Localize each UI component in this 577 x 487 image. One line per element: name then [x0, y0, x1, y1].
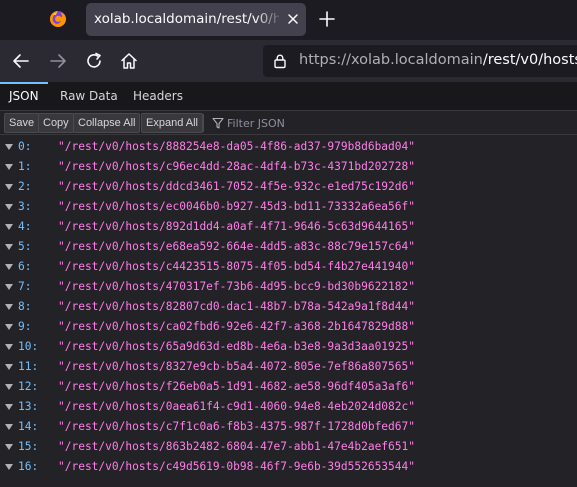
- tab-title-fade: [254, 3, 284, 36]
- json-row[interactable]: 3: "/rest/v0/hosts/ec0046b0-b927-45d3-bd1…: [0, 198, 577, 218]
- json-value: "/rest/v0/hosts/f26eb0a5-1d91-4682-ae58-…: [58, 380, 415, 393]
- json-row[interactable]: 7: "/rest/v0/hosts/470317ef-73b6-4d95-bcc…: [0, 278, 577, 298]
- json-value: "/rest/v0/hosts/e68ea592-664e-4dd5-a83c-…: [58, 240, 415, 253]
- json-value: "/rest/v0/hosts/ca02fbd6-92e6-42f7-a368-…: [58, 320, 415, 333]
- json-key: 13:: [18, 400, 39, 413]
- filter-icon: [212, 117, 224, 129]
- firefox-logo-icon: [50, 11, 66, 27]
- json-value: "/rest/v0/hosts/892d1dd4-a0af-4f71-9646-…: [58, 220, 415, 233]
- json-key: 0:: [18, 140, 32, 153]
- close-icon[interactable]: [285, 11, 301, 27]
- json-key: 1:: [18, 160, 32, 173]
- tab-json[interactable]: JSON: [9, 89, 39, 103]
- json-row[interactable]: 16: "/rest/v0/hosts/c49d5619-0b98-46f7-9e…: [0, 458, 577, 478]
- tab-headers[interactable]: Headers: [133, 89, 183, 103]
- json-row[interactable]: 10: "/rest/v0/hosts/65a9d63d-ed8b-4e6a-b3…: [0, 338, 577, 358]
- json-key: 9:: [18, 320, 32, 333]
- navigation-bar: https://xolab.localdomain/rest/v0/hosts: [0, 40, 577, 82]
- json-row[interactable]: 1: "/rest/v0/hosts/c96ec4dd-28ac-4df4-b73…: [0, 158, 577, 178]
- json-key: 6:: [18, 260, 32, 273]
- expand-arrow-icon[interactable]: [5, 324, 13, 330]
- expand-arrow-icon[interactable]: [5, 244, 13, 250]
- json-row[interactable]: 12: "/rest/v0/hosts/f26eb0a5-1d91-4682-ae…: [0, 378, 577, 398]
- expand-arrow-icon[interactable]: [5, 364, 13, 370]
- lock-icon[interactable]: [272, 53, 288, 69]
- json-row[interactable]: 14: "/rest/v0/hosts/c7f1c0a6-f8b3-4375-98…: [0, 418, 577, 438]
- copy-button[interactable]: Copy: [38, 113, 74, 133]
- expand-arrow-icon[interactable]: [5, 164, 13, 170]
- toolbar-divider: [203, 114, 204, 132]
- json-row[interactable]: 2: "/rest/v0/hosts/ddcd3461-7052-4f5e-932…: [0, 178, 577, 198]
- json-key: 8:: [18, 300, 32, 313]
- expand-arrow-icon[interactable]: [5, 464, 13, 470]
- json-row[interactable]: 9: "/rest/v0/hosts/ca02fbd6-92e6-42f7-a36…: [0, 318, 577, 338]
- json-key: 16:: [18, 460, 39, 473]
- json-key: 14:: [18, 420, 39, 433]
- json-row[interactable]: 13: "/rest/v0/hosts/0aea61f4-c9d1-4060-94…: [0, 398, 577, 418]
- json-key: 5:: [18, 240, 32, 253]
- json-row[interactable]: 8: "/rest/v0/hosts/82807cd0-dac1-48b7-b78…: [0, 298, 577, 318]
- expand-arrow-icon[interactable]: [5, 444, 13, 450]
- expand-arrow-icon[interactable]: [5, 384, 13, 390]
- json-key: 11:: [18, 360, 39, 373]
- json-value: "/rest/v0/hosts/ddcd3461-7052-4f5e-932c-…: [58, 180, 415, 193]
- json-value: "/rest/v0/hosts/c49d5619-0b98-46f7-9e6b-…: [58, 460, 415, 473]
- json-row[interactable]: 4: "/rest/v0/hosts/892d1dd4-a0af-4f71-964…: [0, 218, 577, 238]
- collapse-all-button[interactable]: Collapse All: [73, 113, 141, 133]
- json-value: "/rest/v0/hosts/8327e9cb-b5a4-4072-805e-…: [58, 360, 415, 373]
- expand-arrow-icon[interactable]: [5, 284, 13, 290]
- json-value: "/rest/v0/hosts/c96ec4dd-28ac-4df4-b73c-…: [58, 160, 415, 173]
- expand-arrow-icon[interactable]: [5, 144, 13, 150]
- tab-active[interactable]: xolab.localdomain/rest/v0/hosts: [86, 3, 306, 36]
- json-row[interactable]: 5: "/rest/v0/hosts/e68ea592-664e-4dd5-a83…: [0, 238, 577, 258]
- home-icon[interactable]: [119, 51, 139, 71]
- back-arrow-icon[interactable]: [11, 51, 31, 71]
- json-value: "/rest/v0/hosts/82807cd0-dac1-48b7-b78a-…: [58, 300, 415, 313]
- expand-arrow-icon[interactable]: [5, 304, 13, 310]
- new-tab-plus-icon[interactable]: [318, 10, 336, 28]
- json-value: "/rest/v0/hosts/ec0046b0-b927-45d3-bd11-…: [58, 200, 415, 213]
- json-key: 2:: [18, 180, 32, 193]
- expand-arrow-icon[interactable]: [5, 204, 13, 210]
- expand-arrow-icon[interactable]: [5, 184, 13, 190]
- json-value: "/rest/v0/hosts/470317ef-73b6-4d95-bcc9-…: [58, 280, 415, 293]
- tab-title: xolab.localdomain/rest/v0/hosts: [94, 11, 279, 27]
- save-button[interactable]: Save: [4, 113, 40, 133]
- json-row[interactable]: 6: "/rest/v0/hosts/c4423515-8075-4f05-bd5…: [0, 258, 577, 278]
- json-value: "/rest/v0/hosts/65a9d63d-ed8b-4e6a-b3e8-…: [58, 340, 415, 353]
- tab-strip: xolab.localdomain/rest/v0/hosts: [0, 0, 577, 40]
- reload-icon[interactable]: [84, 51, 104, 71]
- json-value: "/rest/v0/hosts/0aea61f4-c9d1-4060-94e8-…: [58, 400, 415, 413]
- filter-json-input[interactable]: [227, 114, 527, 132]
- expand-all-button[interactable]: Expand All: [141, 113, 203, 133]
- expand-arrow-icon[interactable]: [5, 424, 13, 430]
- json-value: "/rest/v0/hosts/888254e8-da05-4f86-ad37-…: [58, 140, 415, 153]
- json-value: "/rest/v0/hosts/c4423515-8075-4f05-bd54-…: [58, 260, 415, 273]
- url-path: /rest/v0/hosts: [482, 52, 577, 68]
- expand-arrow-icon[interactable]: [5, 404, 13, 410]
- json-key: 15:: [18, 440, 39, 453]
- json-value: "/rest/v0/hosts/c7f1c0a6-f8b3-4375-987f-…: [58, 420, 415, 433]
- json-toolbar: Save Copy Collapse All Expand All: [0, 111, 577, 135]
- json-viewer-tabs: JSON Raw Data Headers: [0, 82, 577, 111]
- json-tree: 0: "/rest/v0/hosts/888254e8-da05-4f86-ad3…: [0, 138, 577, 478]
- json-key: 10:: [18, 340, 39, 353]
- expand-arrow-icon[interactable]: [5, 224, 13, 230]
- forward-arrow-icon[interactable]: [48, 51, 68, 71]
- json-key: 3:: [18, 200, 32, 213]
- expand-arrow-icon[interactable]: [5, 264, 13, 270]
- json-row[interactable]: 15: "/rest/v0/hosts/863b2482-6804-47e7-ab…: [0, 438, 577, 458]
- json-value: "/rest/v0/hosts/863b2482-6804-47e7-abb1-…: [58, 440, 415, 453]
- json-row[interactable]: 0: "/rest/v0/hosts/888254e8-da05-4f86-ad3…: [0, 138, 577, 158]
- json-key: 12:: [18, 380, 39, 393]
- url-bar[interactable]: https://xolab.localdomain/rest/v0/hosts: [263, 45, 577, 77]
- json-row[interactable]: 11: "/rest/v0/hosts/8327e9cb-b5a4-4072-80…: [0, 358, 577, 378]
- tab-raw-data[interactable]: Raw Data: [60, 89, 118, 103]
- url-text[interactable]: https://xolab.localdomain/rest/v0/hosts: [299, 52, 577, 68]
- expand-arrow-icon[interactable]: [5, 344, 13, 350]
- json-key: 4:: [18, 220, 32, 233]
- url-host: https://xolab.localdomain: [299, 52, 483, 68]
- json-key: 7:: [18, 280, 32, 293]
- active-tab-indicator: [0, 82, 48, 84]
